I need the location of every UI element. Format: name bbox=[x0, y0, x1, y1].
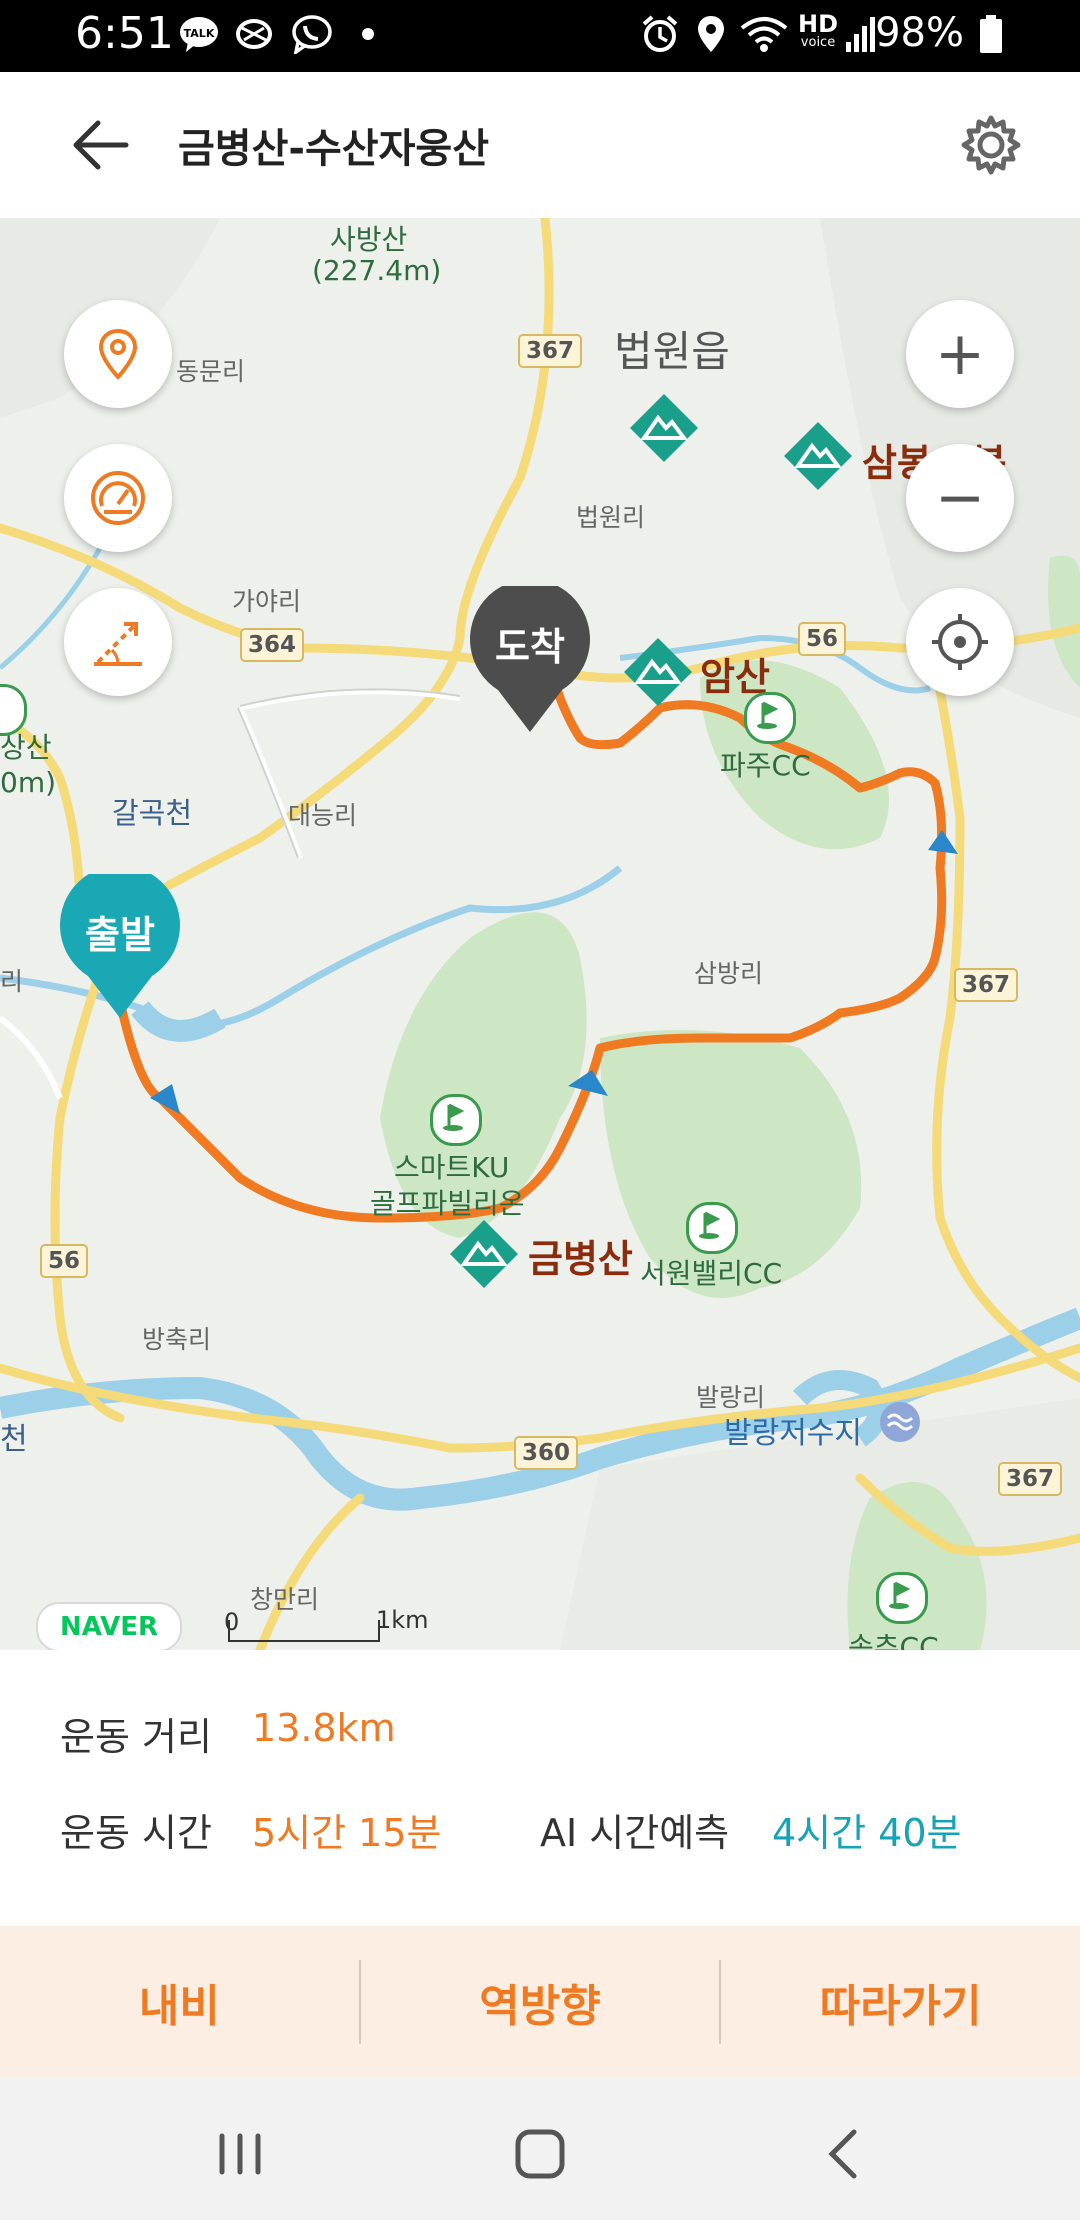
status-time: 6:51 bbox=[75, 8, 174, 59]
recent-apps-icon bbox=[219, 2133, 261, 2175]
map-label: 동문리 bbox=[176, 357, 246, 386]
zoom-in-button[interactable]: + bbox=[906, 300, 1014, 408]
map-label: 법원리 bbox=[576, 503, 646, 532]
map-label: (227.4m) bbox=[312, 254, 442, 287]
status-bar: 6:51 TALK HD voice 98% bbox=[0, 0, 1080, 72]
location-icon bbox=[698, 16, 724, 52]
wifi-icon bbox=[740, 17, 788, 52]
talk-label: TALK bbox=[184, 27, 215, 40]
elevation-button[interactable] bbox=[64, 588, 172, 696]
time-value: 5시간 15분 bbox=[252, 1811, 442, 1855]
route-shield: 364 bbox=[240, 628, 305, 662]
action-bar: 내비 역방향 따라가기 bbox=[0, 1926, 1080, 2078]
route-shield: 56 bbox=[798, 622, 847, 656]
scale-label-zero: 0 bbox=[224, 1608, 240, 1636]
map-view[interactable]: 사방산 (227.4m) 동문리 법원읍 법원리 삼봉 1봉 가야리 암산 파주… bbox=[0, 218, 1080, 1650]
ai-time-label: AI 시간예측 bbox=[540, 1811, 730, 1855]
signal-icon bbox=[846, 17, 875, 52]
gear-icon bbox=[961, 115, 1021, 175]
home-icon bbox=[515, 2129, 565, 2179]
map-label: 파주CC bbox=[720, 749, 811, 782]
map-label: 리 bbox=[0, 967, 24, 996]
start-marker-label: 출발 bbox=[85, 913, 155, 957]
app-header: 금병산-수산자웅산 bbox=[0, 72, 1080, 219]
recent-apps-button[interactable] bbox=[200, 2114, 280, 2194]
water-icon bbox=[880, 1402, 920, 1442]
zoom-out-button[interactable]: − bbox=[906, 444, 1014, 552]
minus-icon: − bbox=[934, 463, 986, 533]
map-label: 발랑저수지 bbox=[724, 1416, 862, 1451]
map-label: 방축리 bbox=[142, 1325, 212, 1354]
naver-logo: NAVER bbox=[36, 1602, 182, 1650]
distance-label: 운동 거리 bbox=[60, 1715, 212, 1759]
map-label: 골프파빌리온 bbox=[370, 1187, 525, 1220]
route-shield: 367 bbox=[998, 1462, 1063, 1496]
end-marker[interactable]: 도착 bbox=[468, 586, 592, 734]
route-info-panel: 운동 거리 13.8km 운동 시간 5시간 15분 AI 시간예측 4시간 4… bbox=[0, 1650, 1080, 1926]
map-label: 스마트KU bbox=[394, 1151, 510, 1184]
golf-icon bbox=[430, 1094, 482, 1146]
hd-voice-icon: HD voice bbox=[798, 12, 838, 50]
mountain-icon bbox=[782, 420, 854, 492]
map-label: 갈곡천 bbox=[112, 796, 193, 830]
crosshair-icon bbox=[932, 614, 988, 670]
end-marker-label: 도착 bbox=[495, 625, 565, 669]
settings-button[interactable] bbox=[956, 110, 1026, 180]
speedometer-button[interactable] bbox=[64, 444, 172, 552]
route-shield: 367 bbox=[954, 968, 1019, 1002]
map-label: 천 bbox=[0, 1422, 28, 1457]
route-shield: 56 bbox=[40, 1244, 89, 1278]
time-label: 운동 시간 bbox=[60, 1811, 212, 1855]
mountain-icon bbox=[628, 392, 700, 464]
location-pin-icon bbox=[98, 328, 138, 380]
map-label: 대능리 bbox=[288, 801, 358, 830]
golf-icon bbox=[686, 1202, 738, 1254]
current-location-button[interactable] bbox=[906, 588, 1014, 696]
map-label: 사방산 bbox=[330, 223, 408, 256]
start-marker[interactable]: 출발 bbox=[58, 874, 182, 1020]
mountain-icon bbox=[622, 636, 694, 708]
back-nav-button[interactable] bbox=[804, 2114, 884, 2194]
route-shield: 360 bbox=[514, 1436, 579, 1470]
walking-icon bbox=[236, 19, 272, 49]
home-button[interactable] bbox=[500, 2114, 580, 2194]
talk-icon: TALK bbox=[180, 17, 218, 52]
plus-icon: + bbox=[934, 319, 986, 389]
hd-label: HD bbox=[798, 10, 839, 38]
golf-icon bbox=[876, 1572, 928, 1624]
elevation-icon bbox=[94, 622, 142, 666]
alarm-icon bbox=[642, 15, 678, 52]
map-label: 0m) bbox=[0, 766, 57, 799]
map-label: 금병산 bbox=[528, 1237, 633, 1281]
arrow-left-icon bbox=[73, 120, 129, 170]
reverse-button[interactable]: 역방향 bbox=[361, 1926, 720, 2078]
battery-icon bbox=[980, 15, 1002, 53]
system-nav-bar bbox=[0, 2078, 1080, 2220]
follow-button[interactable]: 따라가기 bbox=[721, 1926, 1080, 2078]
map-label: 서원밸리CC bbox=[640, 1257, 783, 1290]
battery-percent: 98% bbox=[875, 10, 964, 56]
back-chevron-icon bbox=[828, 2129, 857, 2179]
page-title: 금병산-수산자웅산 bbox=[178, 126, 490, 172]
golf-icon bbox=[744, 692, 796, 744]
map-label: 삼방리 bbox=[694, 959, 764, 988]
map-label: 송추CC bbox=[848, 1631, 939, 1650]
hd-sublabel: voice bbox=[800, 35, 836, 50]
map-label: 가야리 bbox=[232, 587, 302, 616]
ai-time-value: 4시간 40분 bbox=[772, 1811, 962, 1855]
map-scale-bar bbox=[224, 1608, 384, 1642]
speedometer-icon bbox=[91, 471, 145, 525]
map-label: 법원읍 bbox=[614, 327, 730, 376]
navigate-button[interactable]: 내비 bbox=[0, 1926, 359, 2078]
dot-icon bbox=[362, 28, 374, 40]
scale-label-km: 1km bbox=[376, 1606, 429, 1634]
phone-icon bbox=[292, 15, 332, 54]
location-pin-button[interactable] bbox=[64, 300, 172, 408]
distance-value: 13.8km bbox=[252, 1706, 396, 1750]
mountain-icon bbox=[448, 1218, 520, 1290]
back-button[interactable] bbox=[64, 112, 136, 178]
route-shield: 367 bbox=[518, 334, 583, 368]
